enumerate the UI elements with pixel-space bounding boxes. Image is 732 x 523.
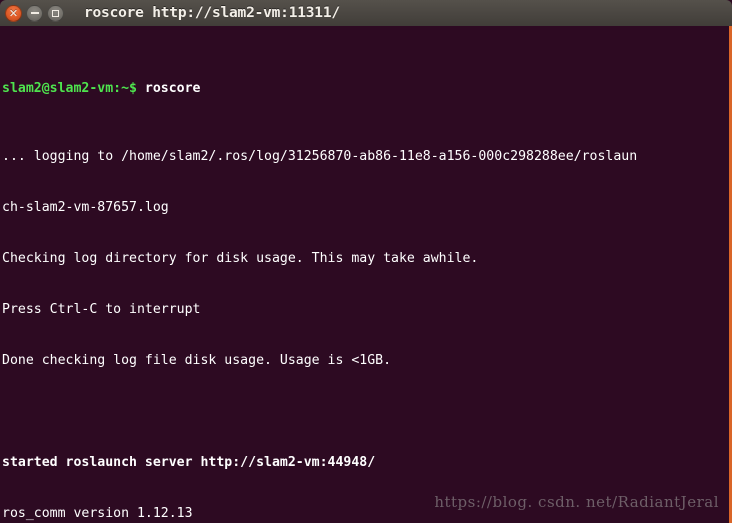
maximize-button[interactable] [47, 4, 64, 22]
window-controls: ✕ [0, 4, 64, 22]
terminal-screen[interactable]: slam2@slam2-vm:~$ roscore ... logging to… [2, 29, 729, 523]
close-button[interactable]: ✕ [5, 4, 22, 22]
terminal-line: ros_comm version 1.12.13 [2, 506, 193, 521]
window-title: roscore http://slam2-vm:11311/ [84, 5, 340, 21]
terminal-line: started roslaunch server http://slam2-vm… [2, 455, 376, 470]
terminal-line: Press Ctrl-C to interrupt [2, 302, 201, 317]
minimize-icon [30, 12, 39, 14]
shell-command: roscore [144, 81, 201, 96]
title-bar[interactable]: ✕ roscore http://slam2-vm:11311/ [0, 0, 732, 26]
shell-prompt: slam2@slam2-vm:~$ [2, 81, 145, 96]
terminal-prompt-line: slam2@slam2-vm:~$ roscore [2, 80, 729, 97]
maximize-icon [52, 9, 59, 17]
terminal-line: ch-slam2-vm-87657.log [2, 200, 169, 215]
close-icon: ✕ [8, 6, 19, 20]
terminal-line: ... logging to /home/slam2/.ros/log/3125… [2, 149, 638, 164]
terminal-window: ✕ roscore http://slam2-vm:11311/ slam2@s… [0, 0, 732, 523]
minimize-button[interactable] [26, 4, 43, 22]
terminal-line: Done checking log file disk usage. Usage… [2, 353, 392, 368]
terminal-body[interactable]: slam2@slam2-vm:~$ roscore ... logging to… [0, 26, 732, 523]
terminal-line: Checking log directory for disk usage. T… [2, 251, 479, 266]
